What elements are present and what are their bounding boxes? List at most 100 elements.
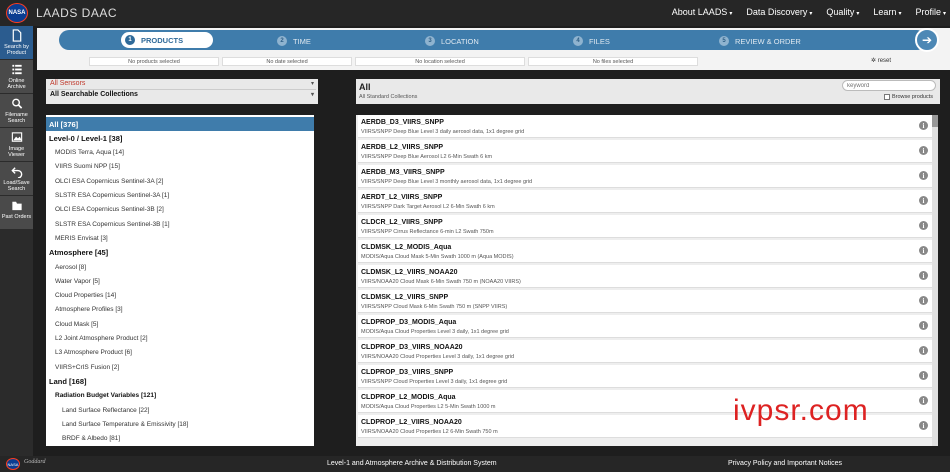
info-icon[interactable]: i xyxy=(919,371,928,380)
sidebar-item-load-save-search[interactable]: Load/Save Search xyxy=(0,162,33,196)
product-name[interactable]: AERDB_L2_VIIRS_SNPP xyxy=(361,144,443,151)
info-icon[interactable]: i xyxy=(919,121,928,130)
sensor-select[interactable]: All Sensors ▾ xyxy=(48,80,316,90)
goddard-logo[interactable]: Goddard xyxy=(24,459,45,465)
category-item[interactable]: Radiation Budget Variables [121] xyxy=(46,389,314,403)
step-time[interactable]: 2 TIME xyxy=(277,34,311,48)
product-name[interactable]: CLDPROP_D3_VIIRS_SNPP xyxy=(361,369,453,376)
next-step-button[interactable]: ➔ xyxy=(915,28,939,52)
info-icon[interactable]: i xyxy=(919,346,928,355)
category-item[interactable]: Atmosphere Profiles [3] xyxy=(46,303,314,317)
sidebar-item-search-by-product[interactable]: Search by Product xyxy=(0,26,33,60)
chevron-down-icon: ▾ xyxy=(809,11,813,17)
gear-icon: ✲ xyxy=(871,58,877,64)
nav-learn[interactable]: Learn ▾ xyxy=(873,7,901,17)
product-row[interactable]: AERDT_L2_VIIRS_SNPP VIIRS/SNPP Dark Targe… xyxy=(358,190,932,213)
category-item[interactable]: VIIRS+CrIS Fusion [2] xyxy=(46,360,314,374)
info-icon[interactable]: i xyxy=(919,421,928,430)
category-item[interactable]: Land Surface Reflectance [22] xyxy=(46,403,314,417)
product-name[interactable]: CLDPROP_D3_VIIRS_NOAA20 xyxy=(361,344,463,351)
product-name[interactable]: CLDPROP_D3_MODIS_Aqua xyxy=(361,319,456,326)
keyword-input[interactable] xyxy=(842,80,936,91)
info-icon[interactable]: i xyxy=(919,246,928,255)
nasa-logo[interactable]: NASA xyxy=(6,3,28,23)
product-row[interactable]: CLDMSK_L2_MODIS_Aqua MODIS/Aqua Cloud Mas… xyxy=(358,240,932,263)
category-item[interactable]: Cloud Mask [5] xyxy=(46,317,314,331)
product-row[interactable]: CLDCR_L2_VIIRS_SNPP VIIRS/SNPP Cirrus Ref… xyxy=(358,215,932,238)
product-name[interactable]: AERDB_D3_VIIRS_SNPP xyxy=(361,119,444,126)
category-item[interactable]: OLCI ESA Copernicus Sentinel-3B [2] xyxy=(46,203,314,217)
product-description: VIIRS/SNPP Dark Target Aerosol L2 6-Min … xyxy=(361,204,495,210)
product-row[interactable]: AERDB_L2_VIIRS_SNPP VIIRS/SNPP Deep Blue … xyxy=(358,140,932,163)
category-item[interactable]: MODIS Terra, Aqua [14] xyxy=(46,146,314,160)
category-item[interactable]: VIIRS Suomi NPP [15] xyxy=(46,160,314,174)
collection-select[interactable]: All Searchable Collections ▾ xyxy=(48,91,316,101)
arrow-right-icon: ➔ xyxy=(921,33,933,47)
product-description: VIIRS/SNPP Deep Blue Level 3 monthly aer… xyxy=(361,179,533,185)
category-item[interactable]: L2 Joint Atmosphere Product [2] xyxy=(46,332,314,346)
product-name[interactable]: CLDMSK_L2_VIIRS_SNPP xyxy=(361,294,448,301)
category-item[interactable]: OLCI ESA Copernicus Sentinel-3A [2] xyxy=(46,174,314,188)
step-review-order[interactable]: 5 REVIEW & ORDER xyxy=(719,34,801,48)
category-item[interactable]: Level-0 / Level-1 [38] xyxy=(46,131,314,145)
info-icon[interactable]: i xyxy=(919,321,928,330)
product-row[interactable]: CLDPROP_D3_MODIS_Aqua MODIS/Aqua Cloud Pr… xyxy=(358,315,932,338)
category-item[interactable]: Atmosphere [45] xyxy=(46,246,314,260)
product-name[interactable]: CLDPROP_L2_MODIS_Aqua xyxy=(361,394,456,401)
info-icon[interactable]: i xyxy=(919,221,928,230)
reset-button[interactable]: ✲ reset xyxy=(871,57,891,64)
nav-about[interactable]: About LAADS ▾ xyxy=(672,7,733,17)
product-name[interactable]: AERDB_M3_VIIRS_SNPP xyxy=(361,169,445,176)
info-icon[interactable]: i xyxy=(919,271,928,280)
browse-checkbox[interactable] xyxy=(884,94,890,100)
nav-profile[interactable]: Profile ▾ xyxy=(915,7,946,17)
sidebar-item-filename-search[interactable]: Filename Search xyxy=(0,94,33,128)
privacy-policy-link[interactable]: Privacy Policy and Important Notices xyxy=(728,460,842,467)
product-name[interactable]: CLDPROP_L2_VIIRS_NOAA20 xyxy=(361,419,462,426)
list-icon xyxy=(11,64,22,75)
steps-panel: 1 PRODUCTS 2 TIME 3 LOCATION 4 FILES 5 REVIEW… xyxy=(37,28,950,70)
product-list-scrollbar[interactable] xyxy=(932,115,938,446)
category-item[interactable]: BRDF & Albedo [81] xyxy=(46,432,314,446)
sidebar-item-image-viewer[interactable]: Image Viewer xyxy=(0,128,33,162)
app-title[interactable]: LAADS DAAC xyxy=(36,6,117,20)
footer-nasa-logo[interactable]: NASA xyxy=(6,458,20,470)
info-icon[interactable]: i xyxy=(919,296,928,305)
category-item[interactable]: Water Vapor [5] xyxy=(46,274,314,288)
info-icon[interactable]: i xyxy=(919,196,928,205)
product-name[interactable]: CLDMSK_L2_VIIRS_NOAA20 xyxy=(361,269,457,276)
nav-quality[interactable]: Quality ▾ xyxy=(826,7,859,17)
product-row[interactable]: CLDMSK_L2_VIIRS_SNPP VIIRS/SNPP Cloud Mas… xyxy=(358,290,932,313)
scroll-thumb[interactable] xyxy=(932,115,938,127)
info-icon[interactable]: i xyxy=(919,146,928,155)
product-row[interactable]: CLDMSK_L2_VIIRS_NOAA20 VIIRS/NOAA20 Cloud… xyxy=(358,265,932,288)
product-description: MODIS/Aqua Cloud Properties Level 3 dail… xyxy=(361,329,509,335)
product-row[interactable]: CLDPROP_D3_VIIRS_NOAA20 VIIRS/NOAA20 Clou… xyxy=(358,340,932,363)
product-description: MODIS/Aqua Cloud Mask 5-Min Swath 1000 m… xyxy=(361,254,514,260)
product-name[interactable]: AERDT_L2_VIIRS_SNPP xyxy=(361,194,442,201)
product-row[interactable]: AERDB_M3_VIIRS_SNPP VIIRS/SNPP Deep Blue … xyxy=(358,165,932,188)
product-row[interactable]: CLDPROP_D3_VIIRS_SNPP VIIRS/SNPP Cloud Pr… xyxy=(358,365,932,388)
category-item[interactable]: Land Surface Temperature & Emissivity [1… xyxy=(46,417,314,431)
step-products[interactable]: 1 PRODUCTS xyxy=(121,32,214,48)
product-row[interactable]: AERDB_D3_VIIRS_SNPP VIIRS/SNPP Deep Blue … xyxy=(358,115,932,138)
info-icon[interactable]: i xyxy=(919,396,928,405)
category-item[interactable]: Cloud Properties [14] xyxy=(46,289,314,303)
footer-system-name: Level-1 and Atmosphere Archive & Distrib… xyxy=(327,460,497,467)
step-files[interactable]: 4 FILES xyxy=(573,34,610,48)
category-item[interactable]: L3 Atmosphere Product [6] xyxy=(46,346,314,360)
category-item[interactable]: SLSTR ESA Copernicus Sentinel-3B [1] xyxy=(46,217,314,231)
product-name[interactable]: CLDCR_L2_VIIRS_SNPP xyxy=(361,219,443,226)
category-item[interactable]: MERIS Envisat [3] xyxy=(46,231,314,245)
step-location[interactable]: 3 LOCATION xyxy=(425,34,479,48)
category-item[interactable]: SLSTR ESA Copernicus Sentinel-3A [1] xyxy=(46,189,314,203)
sidebar-item-past-orders[interactable]: Past Orders xyxy=(0,196,33,230)
category-item[interactable]: All [376] xyxy=(46,117,314,131)
sidebar-item-online-archive[interactable]: Online Archive xyxy=(0,60,33,94)
product-name[interactable]: CLDMSK_L2_MODIS_Aqua xyxy=(361,244,451,251)
browse-products-toggle[interactable]: Browse products xyxy=(884,94,933,100)
category-item[interactable]: Land [168] xyxy=(46,374,314,388)
nav-data-discovery[interactable]: Data Discovery ▾ xyxy=(746,7,812,17)
category-item[interactable]: Aerosol [8] xyxy=(46,260,314,274)
info-icon[interactable]: i xyxy=(919,171,928,180)
